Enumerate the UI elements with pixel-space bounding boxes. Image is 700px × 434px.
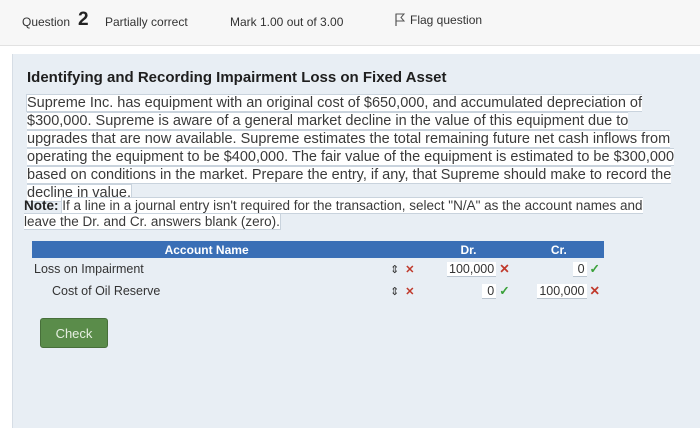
header-spacer bbox=[381, 241, 424, 258]
problem-body: Supreme Inc. has equipment with an origi… bbox=[27, 94, 687, 202]
cr-input[interactable]: 100,000 bbox=[537, 284, 587, 299]
note-label: Note: bbox=[24, 198, 59, 213]
header-dr: Dr. bbox=[423, 241, 514, 258]
question-mark: Mark 1.00 out of 3.00 bbox=[230, 15, 344, 29]
question-number: 2 bbox=[78, 9, 89, 30]
question-info-bar: Question 2 Partially correct Mark 1.00 o… bbox=[0, 0, 700, 46]
select-arrows-icon: ⇕ bbox=[390, 263, 400, 276]
journal-entry-table: Account Name Dr. Cr. Loss on Impairment … bbox=[32, 241, 604, 302]
account-select-control[interactable]: ⇕ ✕ bbox=[381, 258, 423, 280]
check-button[interactable]: Check bbox=[40, 318, 108, 348]
incorrect-icon: ✕ bbox=[499, 262, 510, 276]
note: Note: If a line in a journal entry isn't… bbox=[24, 198, 664, 230]
dr-input[interactable]: 0 bbox=[482, 284, 497, 299]
journal-header-row: Account Name Dr. Cr. bbox=[32, 241, 604, 258]
incorrect-icon: ✕ bbox=[589, 284, 600, 298]
select-arrows-icon: ⇕ bbox=[390, 285, 400, 298]
account-select[interactable]: Loss on Impairment bbox=[32, 258, 381, 280]
flag-question-label: Flag question bbox=[410, 13, 483, 27]
account-select[interactable]: Cost of Oil Reserve bbox=[32, 280, 381, 302]
cr-cell: 0 ✓ bbox=[514, 258, 604, 280]
dr-input[interactable]: 100,000 bbox=[447, 262, 497, 277]
incorrect-icon: ✕ bbox=[405, 285, 415, 298]
account-select-control[interactable]: ⇕ ✕ bbox=[381, 280, 423, 302]
header-account-name: Account Name bbox=[32, 241, 382, 258]
problem-title: Identifying and Recording Impairment Los… bbox=[27, 69, 447, 86]
correct-check-icon: ✓ bbox=[589, 262, 600, 276]
problem-text: Supreme Inc. has equipment with an origi… bbox=[27, 95, 675, 201]
cr-cell: 100,000 ✕ bbox=[514, 280, 604, 302]
header-cr: Cr. bbox=[513, 241, 604, 258]
note-text: If a line in a journal entry isn't requi… bbox=[24, 198, 643, 229]
flag-icon bbox=[395, 13, 406, 26]
question-label: Question bbox=[22, 15, 71, 29]
question-status: Partially correct bbox=[105, 15, 188, 29]
cr-input[interactable]: 0 bbox=[572, 262, 587, 277]
flag-question-link[interactable]: Flag question bbox=[394, 13, 482, 27]
correct-check-icon: ✓ bbox=[499, 284, 510, 298]
dr-cell: 100,000 ✕ bbox=[423, 258, 513, 280]
dr-cell: 0 ✓ bbox=[423, 280, 513, 302]
journal-row: Cost of Oil Reserve ⇕ ✕ 0 ✓ 100,000 ✕ bbox=[32, 280, 604, 302]
journal-row: Loss on Impairment ⇕ ✕ 100,000 ✕ 0 ✓ bbox=[32, 258, 604, 280]
incorrect-icon: ✕ bbox=[405, 263, 415, 276]
